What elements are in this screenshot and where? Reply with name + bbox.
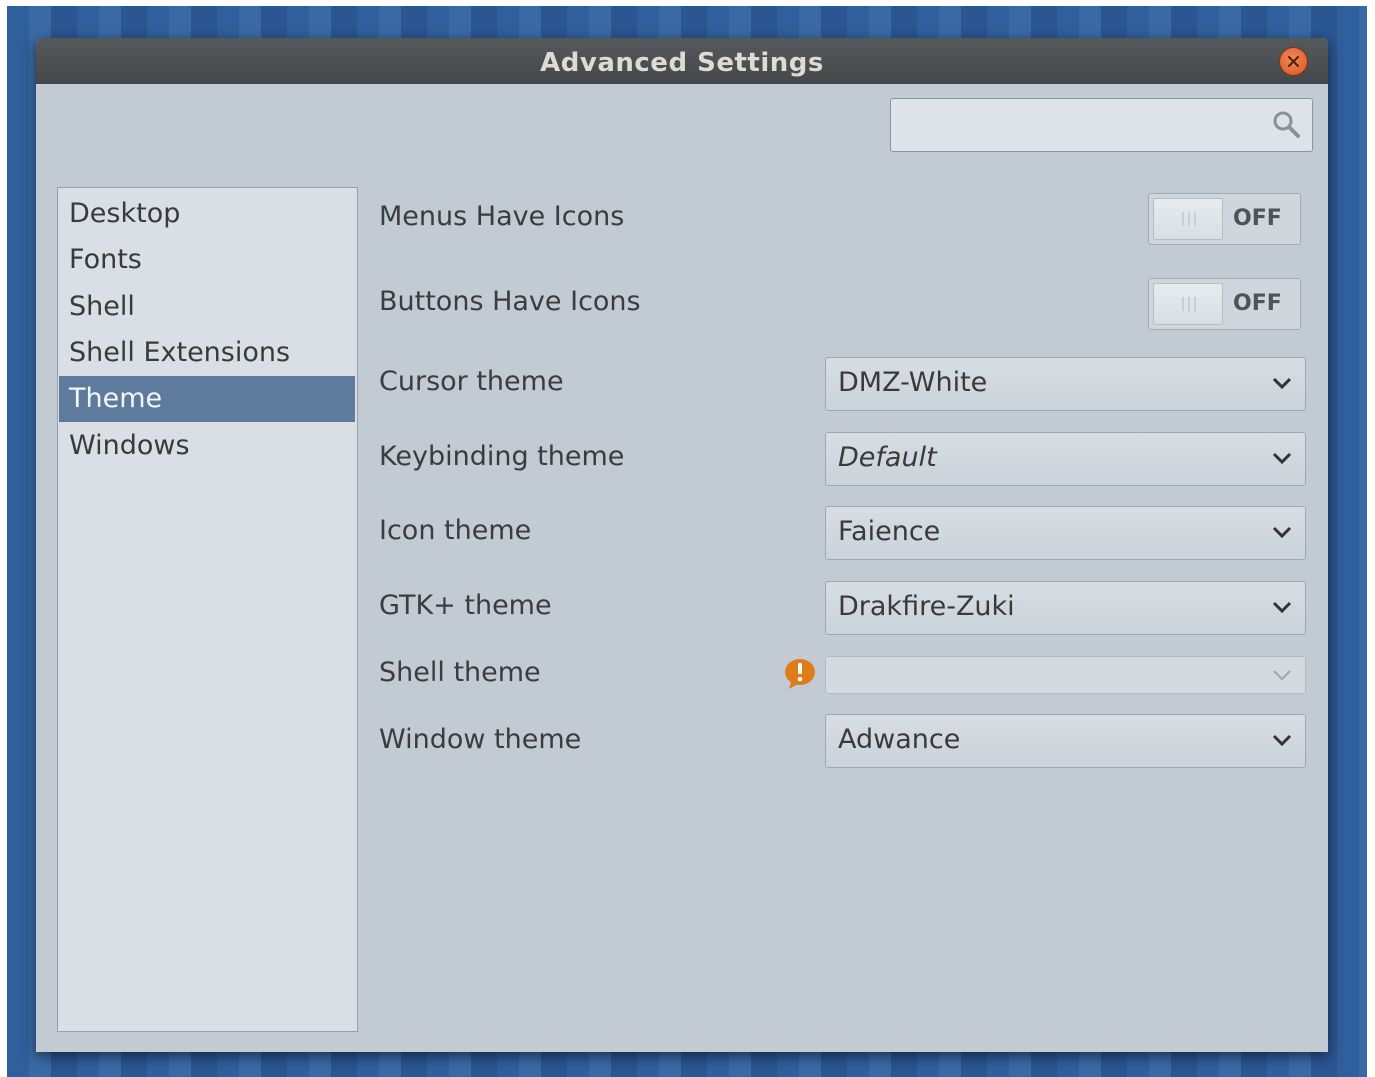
window-title: Advanced Settings — [540, 48, 824, 78]
sidebar-item-shell-extensions[interactable]: Shell Extensions — [59, 330, 355, 376]
warning-icon[interactable] — [783, 658, 817, 690]
chevron-down-icon — [1272, 377, 1292, 390]
cursor-theme-value: DMZ-White — [838, 367, 988, 398]
chevron-down-icon — [1273, 670, 1291, 681]
category-sidebar: Desktop Fonts Shell Shell Extensions The… — [57, 187, 358, 1032]
cursor-theme-label: Cursor theme — [379, 366, 564, 397]
keybinding-theme-dropdown[interactable]: Default — [825, 432, 1306, 486]
close-icon — [1288, 56, 1299, 67]
keybinding-theme-label: Keybinding theme — [379, 441, 625, 472]
window-theme-value: Adwance — [838, 724, 961, 755]
keybinding-theme-value: Default — [838, 442, 937, 473]
gtk-theme-dropdown[interactable]: Drakfire-Zuki — [825, 581, 1306, 635]
toggle-knob[interactable] — [1153, 198, 1223, 240]
cursor-theme-dropdown[interactable]: DMZ-White — [825, 357, 1306, 411]
grip-icon — [1182, 297, 1196, 311]
search-field[interactable] — [890, 98, 1313, 152]
chevron-down-icon — [1272, 601, 1292, 614]
icon-theme-dropdown[interactable]: Faience — [825, 506, 1306, 560]
menus-have-icons-label: Menus Have Icons — [379, 201, 625, 232]
icon-theme-label: Icon theme — [379, 515, 532, 546]
titlebar: Advanced Settings — [36, 38, 1328, 84]
window-theme-dropdown[interactable]: Adwance — [825, 714, 1306, 768]
sidebar-item-shell[interactable]: Shell — [59, 284, 355, 330]
sidebar-item-windows[interactable]: Windows — [59, 423, 355, 469]
toggle-state-text: OFF — [1233, 291, 1282, 316]
sidebar-item-theme[interactable]: Theme — [59, 376, 355, 422]
grip-icon — [1182, 212, 1196, 226]
advanced-settings-window: Advanced Settings Desktop Fonts Shell Sh… — [36, 38, 1328, 1052]
shell-theme-dropdown[interactable] — [825, 656, 1306, 694]
buttons-have-icons-label: Buttons Have Icons — [379, 286, 641, 317]
gtk-theme-label: GTK+ theme — [379, 590, 552, 621]
sidebar-item-desktop[interactable]: Desktop — [59, 191, 355, 237]
toggle-knob[interactable] — [1153, 283, 1223, 325]
chevron-down-icon — [1272, 734, 1292, 747]
sidebar-item-fonts[interactable]: Fonts — [59, 237, 355, 283]
toggle-state-text: OFF — [1233, 206, 1282, 231]
icon-theme-value: Faience — [838, 516, 941, 547]
chevron-down-icon — [1272, 452, 1292, 465]
window-theme-label: Window theme — [379, 724, 582, 755]
close-button[interactable] — [1279, 47, 1308, 76]
shell-theme-label: Shell theme — [379, 657, 541, 688]
search-input[interactable] — [901, 109, 1265, 141]
search-icon — [1273, 111, 1300, 138]
gtk-theme-value: Drakfire-Zuki — [838, 591, 1015, 622]
chevron-down-icon — [1272, 526, 1292, 539]
menus-have-icons-toggle[interactable]: OFF — [1148, 193, 1301, 245]
buttons-have-icons-toggle[interactable]: OFF — [1148, 278, 1301, 330]
